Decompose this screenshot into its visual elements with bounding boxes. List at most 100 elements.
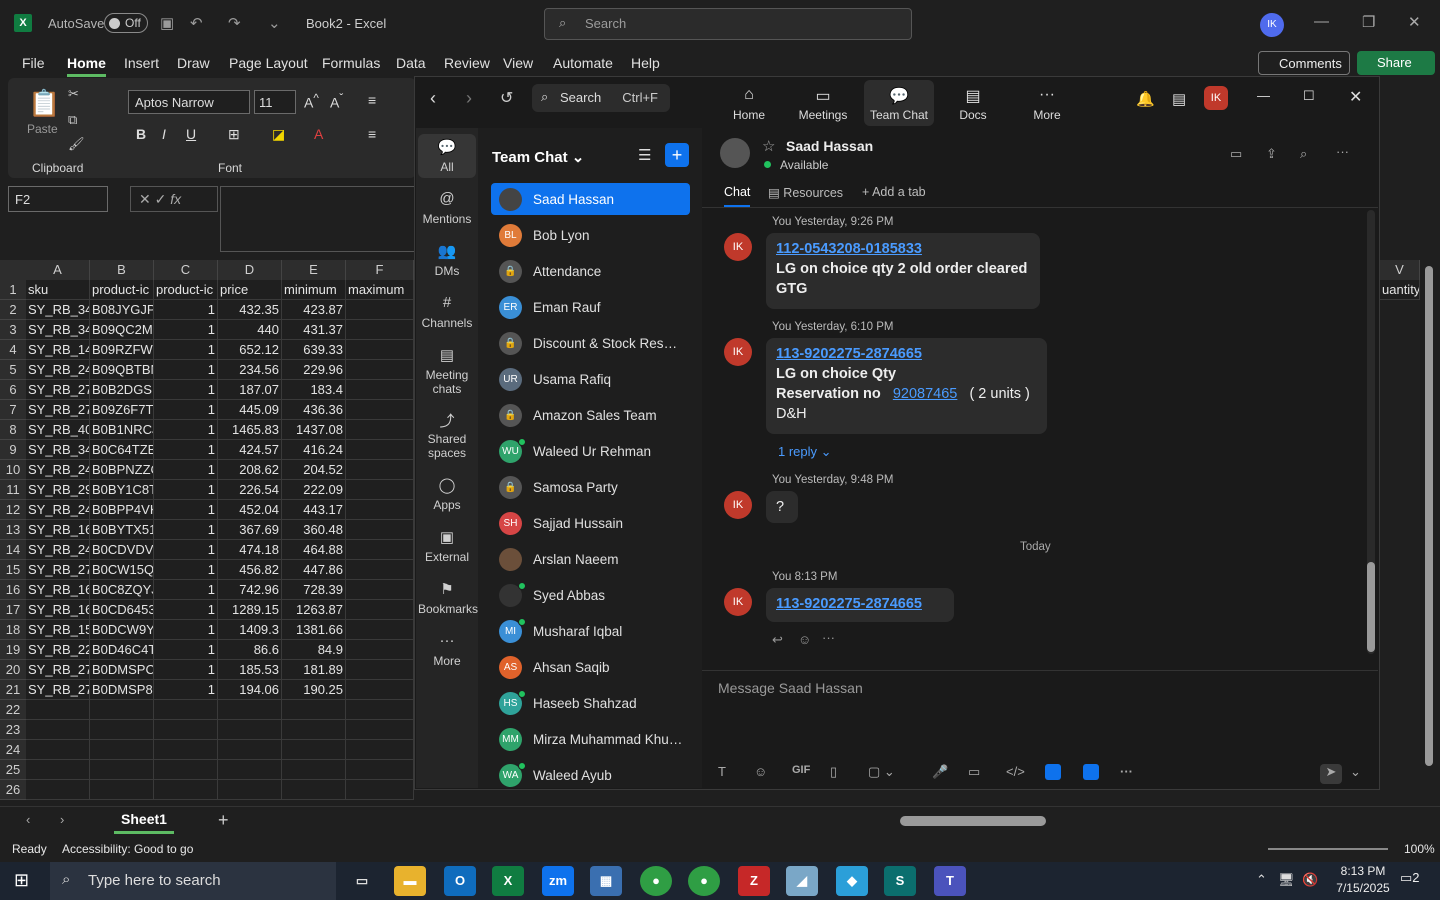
grid-cell[interactable]: 1: [154, 360, 218, 380]
grid-cell[interactable]: SY_RB_34E: [26, 440, 90, 460]
search-icon[interactable]: ⌕: [1300, 146, 1307, 162]
grid-cell[interactable]: SY_RB_16N: [26, 520, 90, 540]
message-input[interactable]: Message Saad Hassan: [718, 680, 863, 696]
grid-cell[interactable]: 208.62: [218, 460, 282, 480]
grid-cell[interactable]: 431.37: [282, 320, 346, 340]
menu-home[interactable]: Home: [67, 55, 106, 77]
grid-cell[interactable]: 1409.3: [218, 620, 282, 640]
emoji-react-icon[interactable]: ☺: [798, 632, 811, 647]
excel-taskbar-icon[interactable]: X: [492, 866, 524, 896]
grid-cell[interactable]: [346, 380, 414, 400]
grid-cell[interactable]: 424.57: [218, 440, 282, 460]
windows-start-icon[interactable]: ⊞: [14, 870, 29, 891]
grid-cell[interactable]: B09QC2M2: [90, 320, 154, 340]
sheet-next-icon[interactable]: ›: [60, 812, 64, 827]
grid-cell[interactable]: 1: [154, 300, 218, 320]
reply-icon[interactable]: ↩: [772, 632, 783, 648]
increase-font-icon[interactable]: A^: [304, 92, 319, 111]
grid-cell[interactable]: 728.39: [282, 580, 346, 600]
grid-cell[interactable]: maximum: [346, 280, 414, 300]
message-bubble[interactable]: ?: [766, 491, 798, 523]
contact-item[interactable]: MI Musharaf Iqbal: [491, 615, 690, 647]
grid-cell[interactable]: [90, 700, 154, 720]
tab-add[interactable]: + Add a tab: [862, 185, 926, 199]
order-link[interactable]: 112-0543208-0185833: [776, 241, 922, 257]
grid-cell[interactable]: [218, 760, 282, 780]
send-icon[interactable]: ➤: [1320, 764, 1342, 784]
grid-cell[interactable]: 652.12: [218, 340, 282, 360]
app-icon[interactable]: ◢: [786, 866, 818, 896]
file-icon[interactable]: ▯: [830, 764, 837, 780]
grid-cell[interactable]: SY_RB_152: [26, 620, 90, 640]
volume-icon[interactable]: 🔇: [1302, 872, 1318, 888]
close-icon[interactable]: ✕: [1408, 13, 1421, 31]
reservation-link[interactable]: 92087465: [893, 386, 958, 402]
file-explorer-icon[interactable]: ▬: [394, 866, 426, 896]
grid-cell[interactable]: [218, 720, 282, 740]
more-icon[interactable]: ···: [822, 630, 835, 645]
left-nav-meeting-chats[interactable]: ▤ Meeting chats: [418, 342, 476, 400]
message-bubble[interactable]: 113-9202275-2874665: [766, 588, 954, 622]
contact-item[interactable]: Arslan Naeem: [491, 543, 690, 575]
grid-cell[interactable]: SY_RB_24C: [26, 500, 90, 520]
grid-cell[interactable]: B0C8ZQYJI: [90, 580, 154, 600]
menu-automate[interactable]: Automate: [553, 55, 613, 71]
excel-search-input[interactable]: ⌕ Search: [544, 8, 912, 40]
contact-item[interactable]: Saad Hassan: [491, 183, 690, 215]
grid-cell[interactable]: [218, 780, 282, 800]
gif-icon[interactable]: GIF: [792, 764, 810, 776]
new-chat-button[interactable]: +: [665, 143, 689, 167]
bold-icon[interactable]: B: [136, 126, 146, 142]
left-nav-apps[interactable]: ◯ Apps: [418, 472, 476, 516]
row-header[interactable]: 4: [0, 340, 26, 360]
grid-cell[interactable]: [346, 700, 414, 720]
grid-cell[interactable]: [346, 740, 414, 760]
grid-cell[interactable]: SY_RB_34E: [26, 300, 90, 320]
row-header[interactable]: 11: [0, 480, 26, 500]
grid-cell[interactable]: 1465.83: [218, 420, 282, 440]
grid-cell[interactable]: 194.06: [218, 680, 282, 700]
grid-cell[interactable]: 1: [154, 620, 218, 640]
team-chat-title[interactable]: Team Chat ⌄: [492, 148, 584, 166]
teams-icon[interactable]: T: [934, 866, 966, 896]
share-button[interactable]: Share: [1357, 51, 1435, 75]
grid-cell[interactable]: 1: [154, 680, 218, 700]
grid-cell[interactable]: [346, 620, 414, 640]
contact-item[interactable]: 🔒 Samosa Party: [491, 471, 690, 503]
grid-cell[interactable]: 464.88: [282, 540, 346, 560]
outlook-icon[interactable]: O: [444, 866, 476, 896]
fill-color-icon[interactable]: ◪: [272, 126, 285, 143]
grid-cell[interactable]: [26, 760, 90, 780]
zoom-search[interactable]: ⌕ Search Ctrl+F: [532, 84, 670, 112]
col-header-a[interactable]: A: [26, 260, 90, 280]
grid-cell[interactable]: 187.07: [218, 380, 282, 400]
left-nav-channels[interactable]: # Channels: [418, 290, 476, 334]
grid-cell[interactable]: [90, 740, 154, 760]
row-header[interactable]: 25: [0, 760, 26, 780]
grid-cell[interactable]: 1: [154, 480, 218, 500]
align-left-icon[interactable]: ≡: [368, 126, 376, 142]
row-header[interactable]: 13: [0, 520, 26, 540]
left-nav-bookmarks[interactable]: ⚑ Bookmarks: [418, 576, 478, 620]
chat-contact-name[interactable]: Saad Hassan: [786, 138, 873, 154]
grid-cell[interactable]: [90, 780, 154, 800]
grid-cell[interactable]: B0DCW9YJ: [90, 620, 154, 640]
contact-item[interactable]: AS Ahsan Saqib: [491, 651, 690, 683]
grid-cell[interactable]: [346, 360, 414, 380]
code-icon[interactable]: </>: [1006, 764, 1025, 779]
grid-cell[interactable]: [218, 700, 282, 720]
contact-item[interactable]: UR Usama Rafiq: [491, 363, 690, 395]
grid-cell[interactable]: [346, 440, 414, 460]
grid-cell[interactable]: 1289.15: [218, 600, 282, 620]
row-header[interactable]: 6: [0, 380, 26, 400]
top-tab-team-chat[interactable]: 💬 Team Chat: [864, 80, 934, 126]
row-header[interactable]: 3: [0, 320, 26, 340]
grid-cell[interactable]: [26, 700, 90, 720]
more-icon[interactable]: ···: [1336, 144, 1349, 159]
grid-cell[interactable]: B0BPNZZC: [90, 460, 154, 480]
autosave-toggle[interactable]: Off: [104, 13, 148, 33]
clock-time[interactable]: 8:13 PM: [1332, 864, 1394, 878]
grid-cell[interactable]: 447.86: [282, 560, 346, 580]
left-nav-external[interactable]: ▣ External: [418, 524, 476, 568]
row-header[interactable]: 14: [0, 540, 26, 560]
